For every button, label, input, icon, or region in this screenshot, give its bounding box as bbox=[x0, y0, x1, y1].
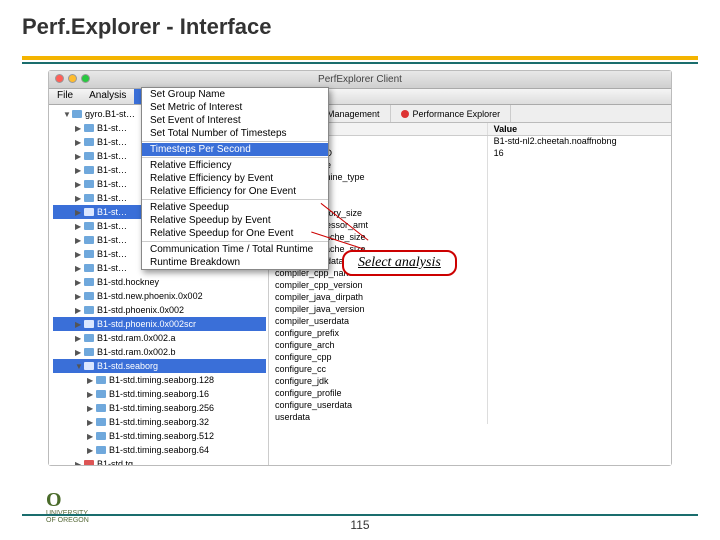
table-row[interactable]: compiler_java_dirpath bbox=[269, 292, 671, 304]
minimize-icon[interactable] bbox=[68, 74, 77, 83]
dropdown-item[interactable]: Relative Speedup for One Event bbox=[142, 227, 328, 240]
menu-analysis[interactable]: Analysis bbox=[81, 89, 134, 104]
table-row[interactable]: configure_prefix bbox=[269, 328, 671, 340]
table-row[interactable]: NameB1-std-nl2.cheetah.noaffnobng bbox=[269, 136, 671, 148]
table-row[interactable]: system_name bbox=[269, 160, 671, 172]
close-icon[interactable] bbox=[55, 74, 64, 83]
tree-item[interactable]: ▶B1-std.timing.seaborg.512 bbox=[53, 429, 266, 443]
divider-rule bbox=[22, 62, 698, 64]
table-row[interactable]: configure_jdk bbox=[269, 376, 671, 388]
table-row[interactable]: Experiment ID16 bbox=[269, 148, 671, 160]
tree-item[interactable]: ▶B1-std.timing.seaborg.32 bbox=[53, 415, 266, 429]
table-row[interactable]: configure_cc bbox=[269, 364, 671, 376]
tree-item[interactable]: ▶B1-std.new.phoenix.0x002 bbox=[53, 289, 266, 303]
table-row[interactable]: configure_profile bbox=[269, 388, 671, 400]
right-pane: Analysis Management Performance Explorer… bbox=[269, 105, 671, 465]
footer-rule bbox=[22, 514, 698, 516]
tree-item[interactable]: ▶B1-std.ram.0x002.b bbox=[53, 345, 266, 359]
tab-label: Performance Explorer bbox=[413, 109, 501, 119]
table-row[interactable]: compiler_userdata bbox=[269, 316, 671, 328]
dropdown-item[interactable]: Set Event of Interest bbox=[142, 114, 328, 127]
tree-item[interactable]: ▶B1-std.timing.seaborg.64 bbox=[53, 443, 266, 457]
grid-body: NameB1-std-nl2.cheetah.noaffnobngExperim… bbox=[269, 136, 671, 424]
dropdown-item[interactable]: Relative Speedup bbox=[142, 201, 328, 214]
table-row[interactable]: configure_userdata bbox=[269, 400, 671, 412]
table-row[interactable]: configure_arch bbox=[269, 340, 671, 352]
table-row[interactable]: system_os bbox=[269, 196, 671, 208]
tree-item[interactable]: ▶B1-std.timing.seaborg.256 bbox=[53, 401, 266, 415]
table-row[interactable]: system_userdata bbox=[269, 256, 671, 268]
tree-item[interactable]: ▶B1-std.tg bbox=[53, 457, 266, 465]
dropdown-item[interactable]: Relative Efficiency for One Event bbox=[142, 185, 328, 198]
tab-bar: Analysis Management Performance Explorer bbox=[269, 105, 671, 123]
tree-item[interactable]: ▶B1-std.phoenix.0x002 bbox=[53, 303, 266, 317]
tree-item[interactable]: ▶B1-std.phoenix.0x002scr bbox=[53, 317, 266, 331]
dot-icon bbox=[401, 110, 409, 118]
charts-dropdown[interactable]: Set Group NameSet Metric of InterestSet … bbox=[141, 87, 329, 270]
zoom-icon[interactable] bbox=[81, 74, 90, 83]
dropdown-item[interactable]: Communication Time / Total Runtime bbox=[142, 243, 328, 256]
dropdown-item[interactable]: Relative Efficiency by Event bbox=[142, 172, 328, 185]
window-controls[interactable] bbox=[55, 74, 90, 83]
dropdown-item[interactable]: Set Group Name bbox=[142, 88, 328, 101]
tree-item[interactable]: ▶B1-std.timing.seaborg.16 bbox=[53, 387, 266, 401]
table-row[interactable]: compiler_cpp_name bbox=[269, 268, 671, 280]
table-row[interactable]: system_machine_type bbox=[269, 172, 671, 184]
callout-select-analysis: Select analysis bbox=[342, 250, 457, 276]
table-row[interactable]: compiler_cpp_version bbox=[269, 280, 671, 292]
tab-performance[interactable]: Performance Explorer bbox=[391, 105, 512, 122]
menu-file[interactable]: File bbox=[49, 89, 81, 104]
slide-title: Perf.Explorer - Interface bbox=[0, 0, 720, 48]
dropdown-item[interactable]: Runtime Breakdown bbox=[142, 256, 328, 269]
table-row[interactable]: configure_cpp bbox=[269, 352, 671, 364]
tree-item[interactable]: ▶B1-std.hockney bbox=[53, 275, 266, 289]
page-number: 115 bbox=[0, 518, 720, 532]
window-title: PerfExplorer Client bbox=[318, 74, 402, 85]
tree-item[interactable]: ▶B1-std.ram.0x002.a bbox=[53, 331, 266, 345]
table-row[interactable]: compiler_java_version bbox=[269, 304, 671, 316]
dropdown-item[interactable]: Timesteps Per Second bbox=[142, 143, 328, 156]
dropdown-item[interactable]: Relative Speedup by Event bbox=[142, 214, 328, 227]
table-row[interactable]: system_arch bbox=[269, 184, 671, 196]
tree-item[interactable]: ▶B1-std.timing.seaborg.128 bbox=[53, 373, 266, 387]
dropdown-item[interactable]: Relative Efficiency bbox=[142, 159, 328, 172]
table-row[interactable]: userdata bbox=[269, 412, 671, 424]
dropdown-item[interactable]: Set Metric of Interest bbox=[142, 101, 328, 114]
col-value[interactable]: Value bbox=[488, 123, 671, 135]
tree-item[interactable]: ▼B1-std.seaborg bbox=[53, 359, 266, 373]
o-icon: O bbox=[46, 489, 62, 511]
dropdown-item[interactable]: Set Total Number of Timesteps bbox=[142, 127, 328, 140]
grid-header: Field Value bbox=[269, 123, 671, 136]
accent-rule bbox=[22, 56, 698, 60]
